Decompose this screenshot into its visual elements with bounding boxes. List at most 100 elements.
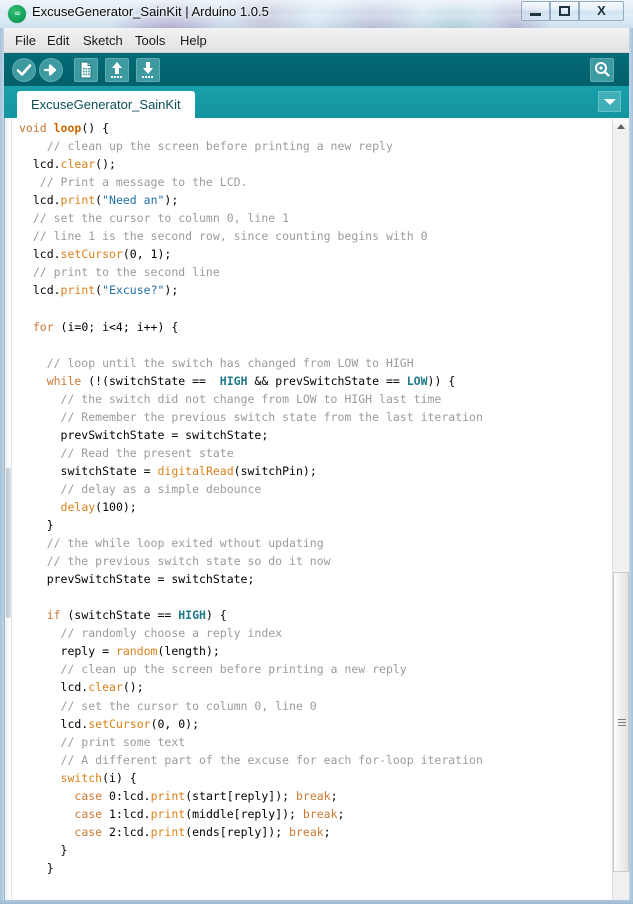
code-token: if bbox=[19, 608, 61, 623]
code-token: } bbox=[19, 518, 54, 533]
code-token: (i) { bbox=[102, 770, 137, 785]
code-line: if (switchState == HIGH) { bbox=[19, 606, 619, 624]
code-token: lcd. bbox=[19, 283, 61, 298]
code-line: lcd.print("Excuse?"); bbox=[19, 281, 619, 299]
code-token: print bbox=[60, 193, 96, 208]
code-token: prevSwitchState = switchState; bbox=[19, 572, 255, 587]
code-token: // the switch did not change from LOW to… bbox=[19, 391, 442, 406]
code-token: )) { bbox=[427, 373, 456, 388]
save-button[interactable] bbox=[136, 58, 160, 82]
code-token: // clean up the screen before printing a… bbox=[19, 139, 393, 154]
code-token: loop bbox=[53, 121, 82, 135]
code-token: break bbox=[302, 806, 338, 821]
code-token: // line 1 is the second row, since count… bbox=[19, 229, 428, 244]
code-token: (!(switchState == bbox=[81, 373, 220, 388]
code-token: 0:lcd. bbox=[102, 788, 151, 803]
code-line: case 1:lcd.print(middle[reply]); break; bbox=[19, 805, 619, 823]
new-button[interactable] bbox=[74, 58, 98, 82]
menu-item-tools[interactable]: Tools bbox=[129, 31, 171, 50]
code-line: delay(100); bbox=[19, 498, 619, 516]
code-token: prevSwitchState = switchState; bbox=[19, 427, 269, 442]
code-line: // print to the second line bbox=[19, 263, 619, 281]
code-token: (length); bbox=[157, 644, 220, 659]
menu-item-file[interactable]: File bbox=[9, 31, 42, 50]
code-line: ​ bbox=[19, 299, 619, 317]
code-line: prevSwitchState = switchState; bbox=[19, 426, 619, 444]
code-token: setCursor bbox=[60, 247, 123, 262]
menu-item-edit[interactable]: Edit bbox=[41, 31, 75, 50]
open-button[interactable] bbox=[105, 58, 129, 82]
code-token: 2:lcd. bbox=[102, 824, 151, 839]
code-token: clear bbox=[60, 157, 96, 172]
code-token: break bbox=[295, 788, 331, 803]
code-token: lcd. bbox=[19, 716, 89, 731]
code-token: ); bbox=[164, 193, 179, 208]
verify-button[interactable] bbox=[12, 58, 36, 82]
triangle-up-icon bbox=[617, 124, 625, 129]
editor-vertical-scrollbar[interactable] bbox=[612, 118, 629, 900]
code-token: ; bbox=[323, 824, 331, 839]
code-line: ​ bbox=[19, 588, 619, 606]
scrollbar-thumb[interactable] bbox=[613, 572, 629, 872]
up-arrow-icon bbox=[111, 62, 122, 78]
code-token: while bbox=[19, 373, 82, 388]
code-line: while (!(switchState == HIGH && prevSwit… bbox=[19, 372, 619, 390]
title-bar: ∞ ExcuseGenerator_SainKit | Arduino 1.0.… bbox=[0, 0, 633, 28]
code-token: // set the cursor to column 0, line 1 bbox=[19, 211, 290, 226]
code-token: case bbox=[74, 806, 103, 821]
code-line: ​ bbox=[19, 336, 619, 354]
code-token: // the previous switch state so do it no… bbox=[19, 554, 331, 569]
code-token: lcd. bbox=[19, 193, 61, 208]
minimize-button[interactable] bbox=[521, 1, 550, 21]
code-line: // clean up the screen before printing a… bbox=[19, 137, 619, 155]
code-line: // the switch did not change from LOW to… bbox=[19, 390, 619, 408]
maximize-button[interactable] bbox=[550, 1, 579, 21]
close-button[interactable]: X bbox=[579, 1, 624, 21]
gutter-scroll-indicator bbox=[6, 468, 11, 618]
code-line: } bbox=[19, 516, 619, 534]
scroll-up-button[interactable] bbox=[613, 118, 629, 135]
code-token: // Read the present state bbox=[19, 445, 234, 460]
code-token: HIGH bbox=[219, 373, 248, 388]
tab-dropdown-button[interactable] bbox=[598, 91, 621, 112]
code-line: // A different part of the excuse for ea… bbox=[19, 751, 619, 769]
code-token: // clean up the screen before printing a… bbox=[19, 662, 407, 677]
code-line: switchState = digitalRead(switchPin); bbox=[19, 462, 619, 480]
tab-excusegenerator-sainkit[interactable]: ExcuseGenerator_SainKit bbox=[17, 91, 195, 118]
code-token: delay bbox=[60, 499, 96, 514]
menu-item-sketch[interactable]: Sketch bbox=[77, 31, 129, 50]
code-token: (switchPin); bbox=[233, 463, 317, 478]
code-token: ); bbox=[164, 283, 179, 298]
code-token: ; bbox=[330, 788, 338, 803]
code-line: } bbox=[19, 841, 619, 859]
source-code-text[interactable]: void loop() { // clean up the screen bef… bbox=[19, 119, 619, 877]
upload-button[interactable] bbox=[39, 58, 63, 82]
code-line: case 0:lcd.print(start[reply]); break; bbox=[19, 787, 619, 805]
code-token: (0, 1); bbox=[122, 247, 172, 262]
code-token: case bbox=[74, 824, 103, 839]
code-token: (start[reply]); bbox=[185, 788, 296, 803]
serial-monitor-button[interactable] bbox=[590, 58, 614, 82]
code-editor[interactable]: void loop() { // clean up the screen bef… bbox=[4, 118, 629, 900]
code-token: void bbox=[19, 121, 54, 135]
code-line: reply = random(length); bbox=[19, 642, 619, 660]
code-token: print bbox=[150, 806, 186, 821]
code-token: (switchState == bbox=[60, 608, 179, 623]
arduino-infinity-logo-icon: ∞ bbox=[8, 5, 26, 23]
code-token: } bbox=[19, 860, 54, 875]
code-line: for (i=0; i<4; i++) { bbox=[19, 318, 619, 336]
code-line: lcd.setCursor(0, 1); bbox=[19, 245, 619, 263]
maximize-icon bbox=[559, 5, 570, 16]
code-line: // print some text bbox=[19, 733, 619, 751]
code-token: // loop until the switch has changed fro… bbox=[19, 355, 414, 370]
code-token: // set the cursor to column 0, line 0 bbox=[19, 698, 317, 713]
code-line: switch(i) { bbox=[19, 769, 619, 787]
code-token: print bbox=[60, 283, 96, 298]
arduino-ide-window: ∞ ExcuseGenerator_SainKit | Arduino 1.0.… bbox=[0, 0, 633, 904]
menu-item-help[interactable]: Help bbox=[174, 31, 213, 50]
code-line: lcd.clear(); bbox=[19, 678, 619, 696]
code-line: // the previous switch state so do it no… bbox=[19, 552, 619, 570]
